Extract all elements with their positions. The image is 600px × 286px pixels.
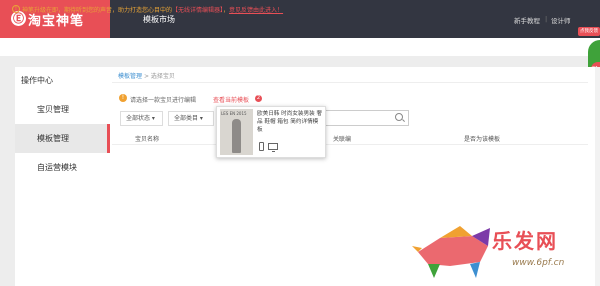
template-count-badge: 2 (255, 95, 262, 102)
mobile-icon (259, 142, 264, 151)
sidebar-heading: 操作中心 (21, 76, 53, 85)
breadcrumb-current: 选择宝贝 (150, 73, 175, 80)
watermark-url: www.6pf.cn (512, 258, 565, 268)
column-header-is-template: 是否为该模板 (464, 136, 501, 143)
column-header-product-name: 宝贝名称 (135, 136, 160, 143)
notice-text: 神笔升级在即，期待听到您的声音，助力打造您心目中的【无线详情编辑器】，意见反馈由… (22, 5, 283, 14)
notice-highlight: 【无线详情编辑器】 (172, 7, 224, 14)
search-icon[interactable] (395, 113, 403, 121)
warning-icon: ! (12, 5, 20, 13)
feedback-link[interactable]: 意见反馈由此进入！ (229, 7, 283, 14)
notice-banner (0, 38, 600, 56)
info-icon: ! (119, 94, 127, 102)
thumbnail-caption: LES EN 2015 (221, 111, 247, 116)
model-figure (232, 119, 241, 153)
sidebar-item-product-management[interactable]: 宝贝管理 (15, 95, 110, 124)
sidebar-item-template-management[interactable]: 模板管理 (15, 124, 110, 153)
column-header-linked: 关联编 (333, 136, 352, 143)
breadcrumb-root[interactable]: 模板管理 (118, 73, 142, 80)
scrollbar[interactable] (595, 67, 600, 286)
status-filter-select[interactable]: 全部状态 ▾ (120, 111, 163, 126)
nav-template-market[interactable]: 模板市场 (143, 14, 175, 25)
feedback-badge[interactable]: 点我反馈 (578, 27, 600, 36)
nav-designer[interactable]: 设计师 (551, 15, 571, 25)
view-current-template-link[interactable]: 查看当前模板 (213, 95, 249, 104)
notice-text-1: 神笔升级在即，期待听到您的声音，助力打造您心目中的 (22, 7, 173, 14)
breadcrumb-separator: > (143, 73, 149, 80)
desktop-icon (268, 143, 278, 152)
divider (112, 82, 588, 83)
breadcrumb: 模板管理 > 选择宝贝 (118, 71, 175, 80)
nav-beginner-tutorial[interactable]: 新手教程 (514, 15, 540, 25)
tip-text: 请选择一款宝贝进行编辑 (130, 97, 197, 104)
sidebar-item-self-operation[interactable]: 自运营模块 (15, 153, 110, 182)
template-title: 欧美日韩 时尚女装男装 奢品 鞋帽 箱包 简约详情模板 (257, 111, 323, 133)
nav-separator: | (545, 15, 548, 23)
divider (112, 144, 588, 145)
watermark-text: 乐发网 (492, 229, 558, 253)
category-filter-select[interactable]: 全部类目 ▾ (168, 111, 214, 126)
template-thumbnail[interactable]: LES EN 2015 (220, 109, 253, 155)
